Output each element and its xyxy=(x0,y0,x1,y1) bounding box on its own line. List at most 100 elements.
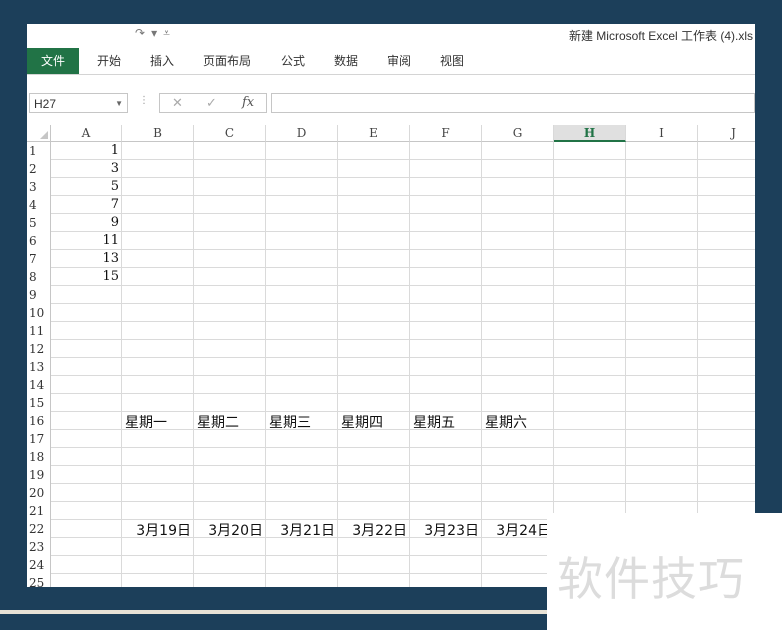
tab-home[interactable]: 开始 xyxy=(85,48,133,74)
cell-f16[interactable]: 星期五 xyxy=(413,412,455,432)
row-header-17[interactable]: 17 xyxy=(27,430,51,448)
grid-line xyxy=(51,393,755,394)
column-header-d[interactable]: D xyxy=(266,125,338,142)
row-header-18[interactable]: 18 xyxy=(27,448,51,466)
name-box-value: H27 xyxy=(34,97,57,111)
row-header-13[interactable]: 13 xyxy=(27,358,51,376)
column-header-i[interactable]: I xyxy=(626,125,698,142)
title-bar: ↷ ▾ ⩡ 新建 Microsoft Excel 工作表 (4).xls xyxy=(27,24,755,46)
formula-bar: H27 ▼ ⋮ ✕ ✓ fx xyxy=(27,89,755,117)
row-header-14[interactable]: 14 xyxy=(27,376,51,394)
tab-formulas[interactable]: 公式 xyxy=(269,48,317,74)
formula-input[interactable] xyxy=(271,93,755,113)
grid-line xyxy=(51,375,755,376)
cell-a3[interactable]: 5 xyxy=(51,179,119,194)
screen-bezel-top xyxy=(0,0,782,24)
grid-line xyxy=(51,357,755,358)
grid-line xyxy=(51,321,755,322)
row-header-22[interactable]: 22 xyxy=(27,520,51,538)
grid-line xyxy=(51,285,755,286)
row-header-10[interactable]: 10 xyxy=(27,304,51,322)
cell-b22[interactable]: 3月19日 xyxy=(122,520,191,540)
cell-a5[interactable]: 9 xyxy=(51,215,119,230)
excel-window: ↷ ▾ ⩡ 新建 Microsoft Excel 工作表 (4).xls 文件 开始… xyxy=(27,24,755,587)
ribbon-body xyxy=(27,75,755,89)
select-all-corner[interactable] xyxy=(27,125,51,142)
watermark-text: 软件技巧 xyxy=(557,552,745,606)
row-header-25[interactable]: 25 xyxy=(27,574,51,587)
cell-a4[interactable]: 7 xyxy=(51,197,119,212)
cell-a2[interactable]: 3 xyxy=(51,161,119,176)
cell-e22[interactable]: 3月22日 xyxy=(338,520,407,540)
grid-line xyxy=(51,177,755,178)
column-header-a[interactable]: A xyxy=(51,125,122,142)
cell-a1[interactable]: 1 xyxy=(51,143,119,158)
row-header-3[interactable]: 3 xyxy=(27,178,51,196)
cell-g22[interactable]: 3月24日 xyxy=(482,520,551,540)
cell-a8[interactable]: 15 xyxy=(51,269,119,284)
check-icon[interactable]: ✓ xyxy=(206,95,217,111)
column-header-g[interactable]: G xyxy=(482,125,554,142)
cell-a6[interactable]: 11 xyxy=(51,233,119,248)
row-header-2[interactable]: 2 xyxy=(27,160,51,178)
grid-line xyxy=(51,195,755,196)
cell-g16[interactable]: 星期六 xyxy=(485,412,527,432)
row-header-1[interactable]: 1 xyxy=(27,142,51,160)
row-header-7[interactable]: 7 xyxy=(27,250,51,268)
row-header-4[interactable]: 4 xyxy=(27,196,51,214)
column-header-b[interactable]: B xyxy=(122,125,194,142)
cell-b16[interactable]: 星期一 xyxy=(125,412,167,432)
chevron-down-icon[interactable]: ▼ xyxy=(115,94,123,114)
grid-line xyxy=(51,249,755,250)
formula-buttons: ✕ ✓ fx xyxy=(159,93,267,113)
column-header-c[interactable]: C xyxy=(194,125,266,142)
cell-f22[interactable]: 3月23日 xyxy=(410,520,479,540)
formula-bar-grip-icon[interactable]: ⋮ xyxy=(139,95,149,106)
cell-c22[interactable]: 3月20日 xyxy=(194,520,263,540)
name-box[interactable]: H27 ▼ xyxy=(29,93,128,113)
cell-c16[interactable]: 星期二 xyxy=(197,412,239,432)
cell-a7[interactable]: 13 xyxy=(51,251,119,266)
cell-d16[interactable]: 星期三 xyxy=(269,412,311,432)
tab-view[interactable]: 视图 xyxy=(428,48,476,74)
grid-line xyxy=(51,447,755,448)
column-header-e[interactable]: E xyxy=(338,125,410,142)
tab-review[interactable]: 审阅 xyxy=(375,48,423,74)
watermark-overlay: 软件技巧 xyxy=(547,513,782,630)
redo-icon[interactable]: ↷ xyxy=(135,26,145,40)
row-header-15[interactable]: 15 xyxy=(27,394,51,412)
row-header-12[interactable]: 12 xyxy=(27,340,51,358)
row-header-16[interactable]: 16 xyxy=(27,412,51,430)
row-header-8[interactable]: 8 xyxy=(27,268,51,286)
tab-file[interactable]: 文件 xyxy=(27,48,79,74)
grid-line xyxy=(51,483,755,484)
column-header-f[interactable]: F xyxy=(410,125,482,142)
row-header-24[interactable]: 24 xyxy=(27,556,51,574)
tab-page-layout[interactable]: 页面布局 xyxy=(191,48,263,74)
redo-dropdown-icon[interactable]: ▾ xyxy=(151,26,157,40)
quick-access-toolbar: ↷ ▾ ⩡ xyxy=(135,26,176,41)
row-header-20[interactable]: 20 xyxy=(27,484,51,502)
grid-line xyxy=(51,213,755,214)
grid-line xyxy=(51,231,755,232)
row-header-11[interactable]: 11 xyxy=(27,322,51,340)
grid-line xyxy=(51,303,755,304)
fx-icon[interactable]: fx xyxy=(242,95,254,110)
row-header-5[interactable]: 5 xyxy=(27,214,51,232)
customize-qat-icon[interactable]: ⩡ xyxy=(163,26,170,40)
tab-data[interactable]: 数据 xyxy=(322,48,370,74)
grid-line xyxy=(51,501,755,502)
row-header-6[interactable]: 6 xyxy=(27,232,51,250)
row-header-19[interactable]: 19 xyxy=(27,466,51,484)
cell-d22[interactable]: 3月21日 xyxy=(266,520,335,540)
grid-line xyxy=(51,159,755,160)
tab-insert[interactable]: 插入 xyxy=(138,48,186,74)
row-header-9[interactable]: 9 xyxy=(27,286,51,304)
row-header-23[interactable]: 23 xyxy=(27,538,51,556)
column-header-h[interactable]: H xyxy=(554,125,626,142)
row-header-21[interactable]: 21 xyxy=(27,502,51,520)
grid-line xyxy=(51,339,755,340)
cancel-icon[interactable]: ✕ xyxy=(172,95,183,111)
column-header-j[interactable]: J xyxy=(698,125,755,142)
cell-e16[interactable]: 星期四 xyxy=(341,412,383,432)
